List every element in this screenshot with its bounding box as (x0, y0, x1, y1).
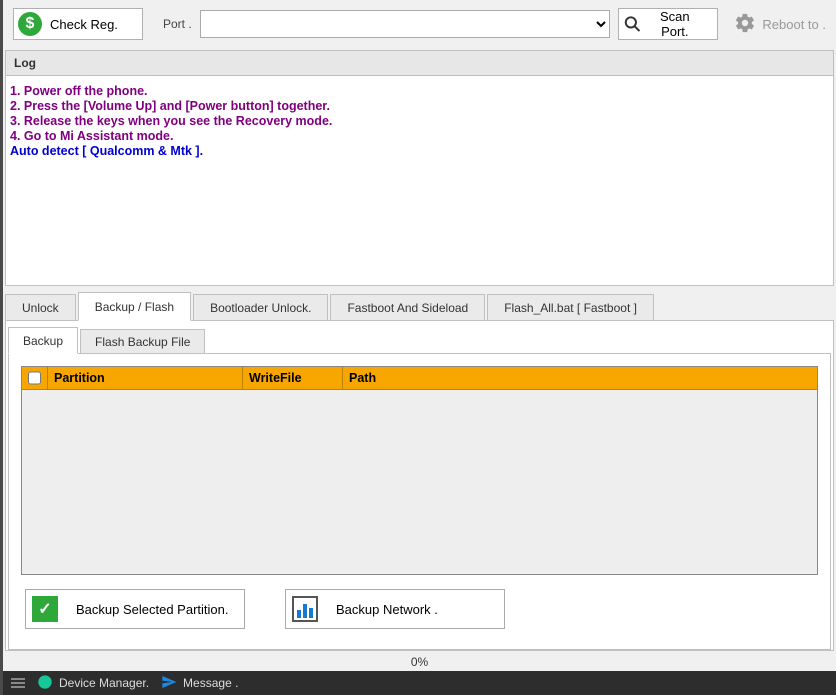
tab-bootloader-unlock[interactable]: Bootloader Unlock. (193, 294, 328, 320)
reboot-button[interactable]: Reboot to . (726, 8, 826, 40)
subtab-flash-backup-file[interactable]: Flash Backup File (80, 329, 205, 353)
scan-port-button[interactable]: Scan Port. (618, 8, 718, 40)
log-header: Log (5, 50, 834, 76)
backup-network-label: Backup Network . (336, 602, 438, 617)
device-manager-icon (37, 674, 53, 693)
table-header-partition[interactable]: Partition (48, 367, 243, 389)
menu-icon[interactable] (11, 678, 25, 688)
partition-table: Partition WriteFile Path (21, 366, 818, 575)
log-body: 1. Power off the phone. 2. Press the [Vo… (5, 76, 834, 286)
check-reg-button[interactable]: $ Check Reg. (13, 8, 143, 40)
select-all-checkbox[interactable] (28, 371, 41, 385)
gear-refresh-icon (734, 12, 756, 37)
backup-network-button[interactable]: Backup Network . (285, 589, 505, 629)
log-line-auto-detect: Auto detect [ Qualcomm & Mtk ]. (10, 144, 829, 159)
subtab-backup[interactable]: Backup (8, 327, 78, 354)
log-line: 1. Power off the phone. (10, 84, 829, 99)
paper-plane-icon (161, 674, 177, 693)
checkmark-icon: ✓ (32, 596, 58, 622)
port-select[interactable] (200, 10, 611, 38)
dollar-icon: $ (18, 12, 42, 36)
device-manager-link[interactable]: Device Manager. (37, 674, 149, 693)
tab-unlock[interactable]: Unlock (5, 294, 76, 320)
search-icon (623, 14, 642, 34)
table-header-writefile[interactable]: WriteFile (243, 367, 343, 389)
table-header-path[interactable]: Path (343, 367, 817, 389)
progress-bar: 0% (3, 651, 836, 671)
device-manager-label: Device Manager. (59, 676, 149, 690)
backup-selected-label: Backup Selected Partition. (76, 602, 228, 617)
reboot-label: Reboot to . (762, 17, 826, 32)
log-line: 3. Release the keys when you see the Rec… (10, 114, 829, 129)
port-label: Port . (163, 17, 192, 31)
progress-text: 0% (411, 655, 428, 669)
bar-chart-icon (292, 596, 318, 622)
tab-flash-all-bat[interactable]: Flash_All.bat [ Fastboot ] (487, 294, 654, 320)
main-tabs: Unlock Backup / Flash Bootloader Unlock.… (5, 292, 834, 321)
backup-selected-partition-button[interactable]: ✓ Backup Selected Partition. (25, 589, 245, 629)
status-bar: Device Manager. Message . (3, 671, 836, 695)
check-reg-label: Check Reg. (50, 17, 118, 32)
tab-backup-flash[interactable]: Backup / Flash (78, 292, 191, 321)
table-header-checkbox[interactable] (22, 367, 48, 389)
log-line: 2. Press the [Volume Up] and [Power butt… (10, 99, 829, 114)
tab-fastboot-sideload[interactable]: Fastboot And Sideload (330, 294, 485, 320)
log-line: 4. Go to Mi Assistant mode. (10, 129, 829, 144)
scan-port-label: Scan Port. (646, 9, 703, 39)
message-label: Message . (183, 676, 238, 690)
sub-tabs: Backup Flash Backup File (8, 327, 831, 354)
table-body-empty (22, 390, 817, 574)
message-link[interactable]: Message . (161, 674, 238, 693)
